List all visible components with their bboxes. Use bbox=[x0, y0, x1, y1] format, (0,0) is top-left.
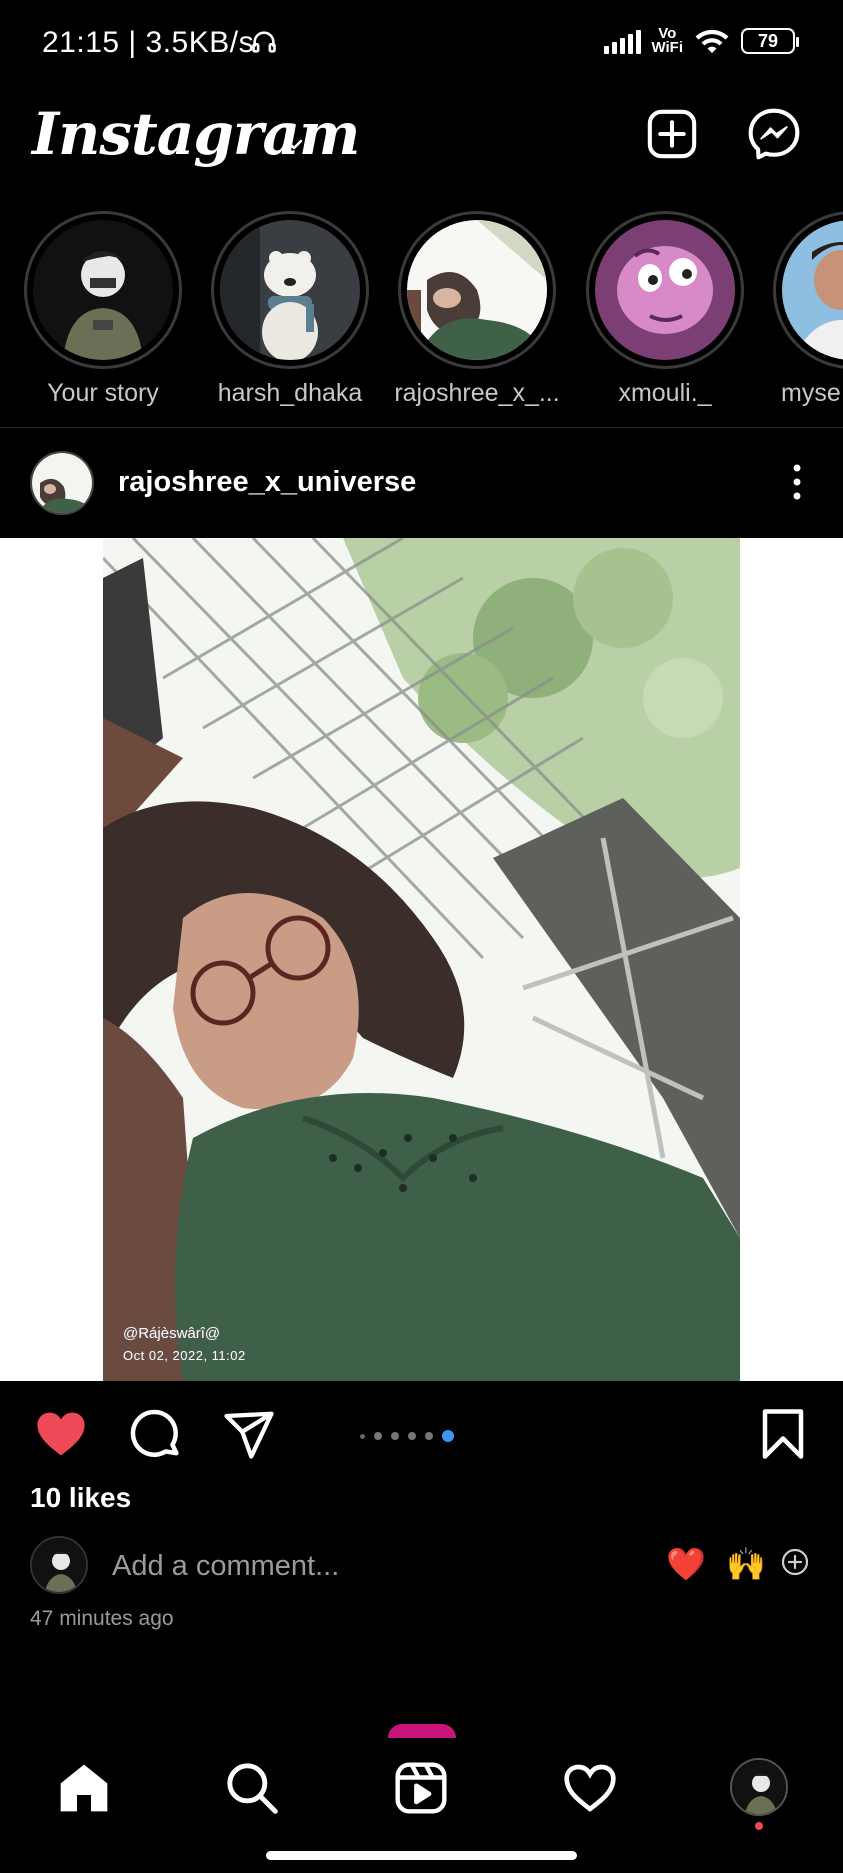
quick-reaction-raised-hands[interactable]: 🙌 bbox=[726, 1544, 766, 1584]
cell-signal-icon bbox=[604, 28, 642, 54]
story-ring bbox=[773, 211, 843, 369]
home-indicator-bar[interactable] bbox=[266, 1851, 577, 1860]
story-item[interactable]: rajoshree_x_... bbox=[392, 205, 562, 415]
stories-tray: Your story harsh_dhaka rajoshree_x_... x… bbox=[0, 205, 843, 420]
add-comment-row: ❤️ 🙌 bbox=[0, 1530, 843, 1600]
messenger-icon[interactable] bbox=[746, 106, 802, 162]
heart-icon[interactable] bbox=[562, 1760, 618, 1816]
comment-icon[interactable] bbox=[128, 1407, 182, 1461]
new-post-icon[interactable] bbox=[644, 106, 700, 162]
instagram-logo[interactable]: Instagram bbox=[32, 100, 360, 168]
story-label: Your story bbox=[47, 379, 159, 407]
story-item[interactable]: myse bbox=[767, 205, 843, 415]
avatar bbox=[595, 220, 735, 360]
post-author-avatar[interactable] bbox=[30, 451, 94, 515]
headphones-icon bbox=[252, 31, 276, 53]
story-ring bbox=[586, 211, 744, 369]
post-media[interactable]: @Rájèswârî@ Oct 02, 2022, 11:02 bbox=[0, 538, 843, 1381]
reels-icon[interactable] bbox=[393, 1760, 449, 1816]
carousel-dot bbox=[391, 1432, 399, 1440]
status-bar: 21:15 | 3.5KB/s Vo WiFi 79 bbox=[0, 0, 843, 90]
battery-icon: 79 bbox=[741, 28, 799, 54]
story-ring bbox=[211, 211, 369, 369]
avatar bbox=[30, 1536, 88, 1594]
story-label: harsh_dhaka bbox=[217, 379, 363, 407]
reels-indicator bbox=[388, 1724, 456, 1738]
likes-count[interactable]: 10 likes bbox=[30, 1482, 131, 1514]
divider bbox=[0, 427, 843, 428]
story-label: myse bbox=[781, 379, 841, 407]
story-item[interactable]: xmouli._ bbox=[580, 205, 750, 415]
story-item[interactable]: harsh_dhaka bbox=[205, 205, 375, 415]
comment-input[interactable] bbox=[112, 1546, 612, 1586]
story-ring bbox=[24, 211, 182, 369]
carousel-dot-active bbox=[442, 1430, 454, 1442]
notification-dot bbox=[755, 1822, 763, 1830]
photo-watermark: @Rájèswârî@ Oct 02, 2022, 11:02 bbox=[123, 1323, 246, 1367]
avatar bbox=[407, 220, 547, 360]
avatar bbox=[220, 220, 360, 360]
chevron-down-icon[interactable] bbox=[282, 132, 306, 156]
app-header: Instagram bbox=[0, 90, 843, 200]
avatar bbox=[782, 220, 843, 360]
post-header: rajoshree_x_universe bbox=[0, 430, 843, 538]
post-username[interactable]: rajoshree_x_universe bbox=[118, 466, 416, 499]
vowifi-label: Vo WiFi bbox=[651, 25, 683, 56]
watermark-date: Oct 02, 2022, 11:02 bbox=[123, 1348, 246, 1363]
post-actions bbox=[0, 1381, 843, 1481]
battery-level: 79 bbox=[757, 30, 779, 51]
share-icon[interactable] bbox=[222, 1407, 276, 1461]
search-icon[interactable] bbox=[224, 1760, 280, 1816]
home-icon[interactable] bbox=[56, 1760, 112, 1816]
story-ring bbox=[398, 211, 556, 369]
more-options-icon[interactable] bbox=[787, 460, 807, 504]
like-heart-icon[interactable] bbox=[34, 1407, 88, 1461]
watermark-name: @Rájèswârî@ bbox=[123, 1325, 221, 1342]
add-reaction-icon[interactable] bbox=[781, 1548, 809, 1576]
carousel-dot bbox=[374, 1432, 382, 1440]
carousel-dot bbox=[360, 1433, 365, 1439]
avatar bbox=[33, 220, 173, 360]
story-label: xmouli._ bbox=[618, 379, 712, 407]
bottom-nav bbox=[0, 1738, 843, 1873]
bookmark-icon[interactable] bbox=[756, 1407, 810, 1461]
story-label: rajoshree_x_... bbox=[394, 379, 560, 407]
quick-reaction-heart[interactable]: ❤️ bbox=[666, 1544, 706, 1584]
carousel-dot bbox=[425, 1432, 433, 1440]
status-icons: Vo WiFi 79 bbox=[604, 25, 799, 56]
post-timestamp: 47 minutes ago bbox=[30, 1607, 174, 1630]
wifi-icon bbox=[695, 29, 729, 53]
profile-avatar[interactable] bbox=[730, 1758, 788, 1816]
carousel-dot bbox=[408, 1432, 416, 1440]
post-photo: @Rájèswârî@ Oct 02, 2022, 11:02 bbox=[103, 538, 740, 1381]
story-item[interactable]: Your story bbox=[18, 205, 188, 415]
status-time: 21:15 | 3.5KB/s bbox=[42, 26, 255, 59]
carousel-indicator bbox=[360, 1430, 454, 1442]
